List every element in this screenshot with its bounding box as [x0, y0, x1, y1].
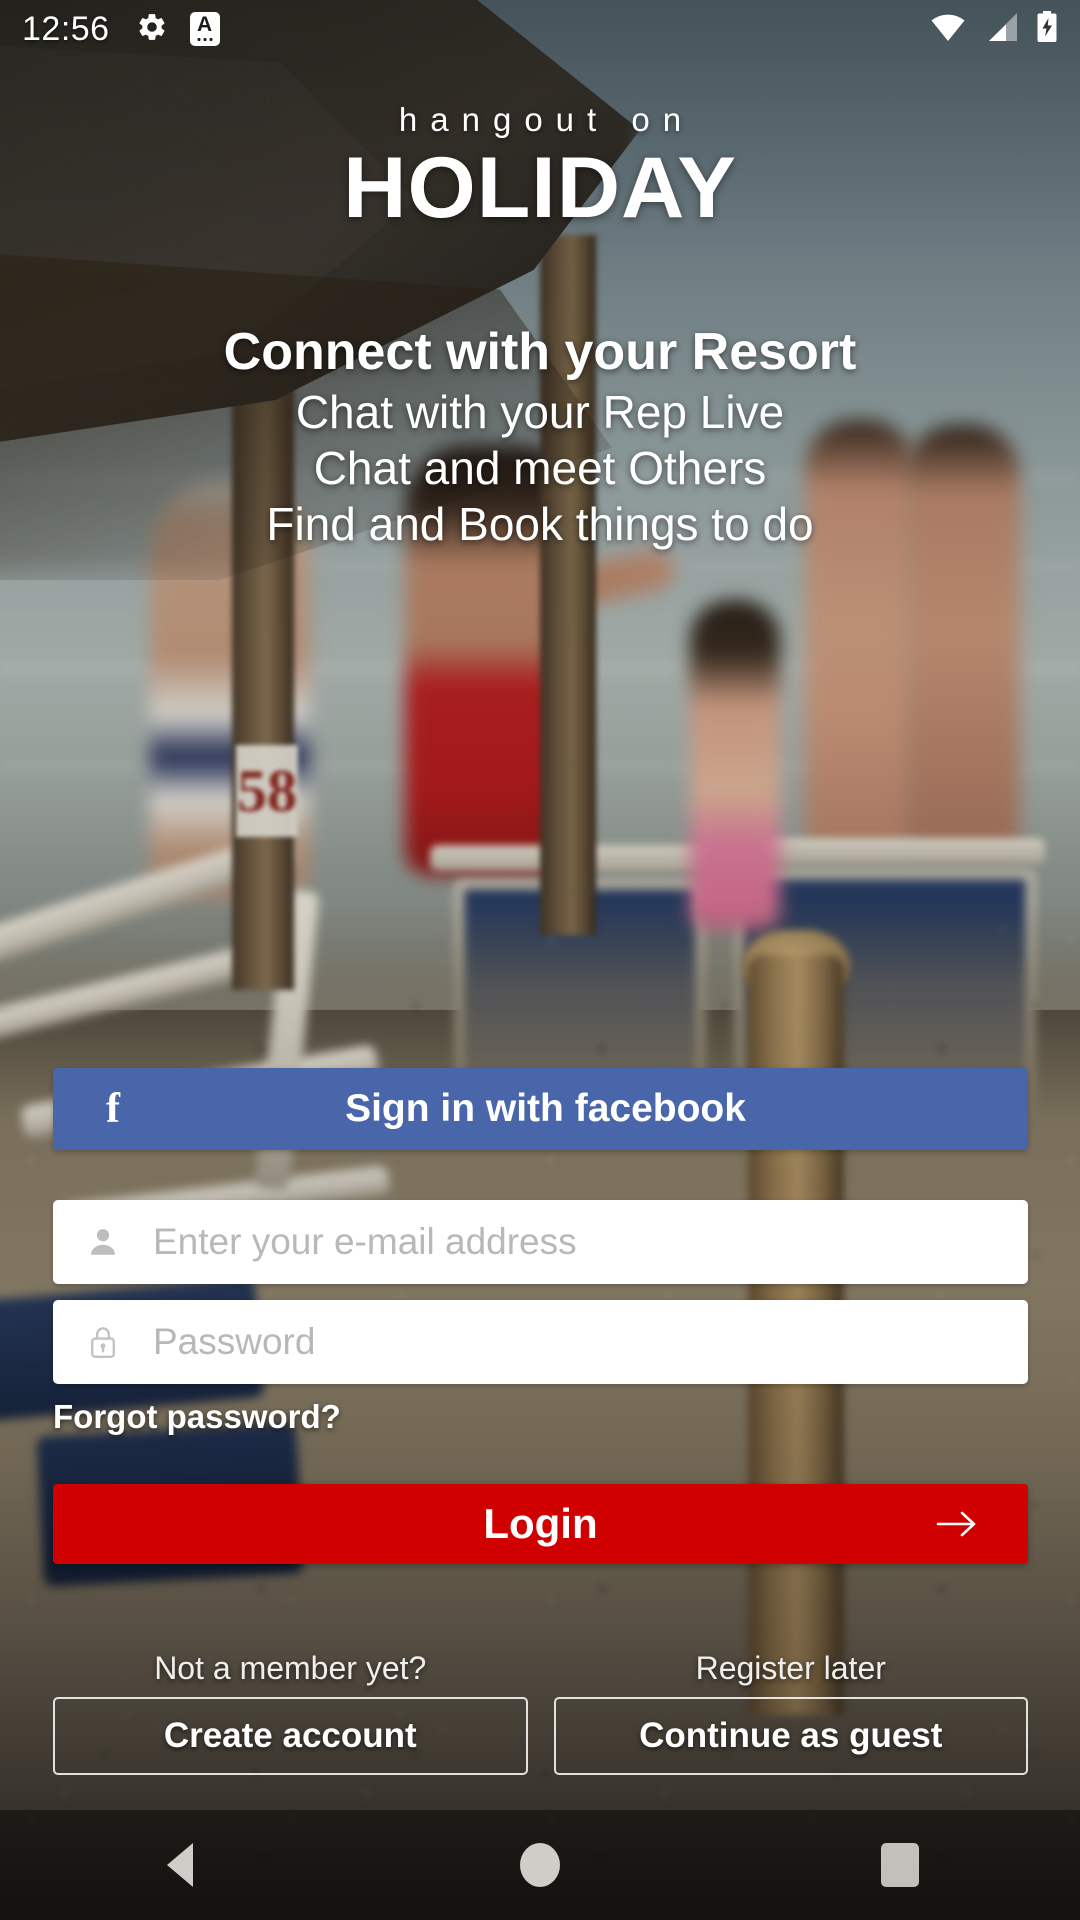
facebook-signin-button[interactable]: f Sign in with facebook — [53, 1068, 1028, 1150]
nav-back-button[interactable] — [90, 1810, 270, 1920]
person-icon — [53, 1225, 153, 1259]
tagline-line-1: Chat with your Rep Live — [295, 386, 785, 438]
android-navigation-bar — [0, 1810, 1080, 1920]
app-screen: 58 12:56 — [0, 0, 1080, 1920]
lock-icon — [53, 1324, 153, 1360]
app-logo: hangout on HOLIDAY — [0, 100, 1080, 234]
login-screen-content: hangout on HOLIDAY Connect with your Res… — [0, 0, 1080, 1920]
cellular-signal-icon — [984, 12, 1018, 47]
continue-as-guest-hint: Register later — [695, 1650, 886, 1686]
status-bar-clock: 12:56 — [22, 9, 110, 48]
recents-icon — [881, 1843, 919, 1887]
logo-tagline-text: hangout on — [398, 101, 695, 138]
email-field-container[interactable] — [53, 1200, 1028, 1284]
password-field-container[interactable] — [53, 1300, 1028, 1384]
tagline-block: Connect with your Resort Chat with your … — [0, 320, 1080, 552]
wifi-icon — [930, 12, 966, 47]
nav-recents-button[interactable] — [810, 1810, 990, 1920]
forgot-password-link[interactable]: Forgot password? — [53, 1398, 341, 1436]
home-icon — [520, 1843, 560, 1887]
battery-charging-icon — [1036, 10, 1058, 48]
facebook-icon: f — [106, 1086, 120, 1132]
status-bar: 12:56 — [0, 0, 1080, 58]
create-account-hint: Not a member yet? — [154, 1650, 427, 1686]
login-button[interactable]: Login — [53, 1484, 1028, 1564]
tagline-line-2: Chat and meet Others — [313, 442, 767, 494]
keyboard-language-icon — [189, 12, 220, 46]
password-input[interactable] — [153, 1321, 1028, 1363]
login-button-label: Login — [483, 1500, 598, 1547]
nav-home-button[interactable] — [450, 1810, 630, 1920]
gear-icon — [136, 11, 168, 48]
tagline-heading: Connect with your Resort — [223, 323, 857, 381]
create-account-group: Not a member yet? Create account — [53, 1650, 528, 1775]
logo-wordmark: HOLIDAY — [343, 140, 737, 236]
facebook-signin-label: Sign in with facebook — [345, 1087, 746, 1130]
bottom-actions-row: Not a member yet? Create account Registe… — [53, 1650, 1028, 1775]
tagline-line-3: Find and Book things to do — [266, 498, 814, 550]
back-icon — [167, 1843, 193, 1887]
create-account-button[interactable]: Create account — [53, 1697, 528, 1775]
continue-as-guest-group: Register later Continue as guest — [553, 1650, 1028, 1775]
continue-as-guest-button[interactable]: Continue as guest — [553, 1697, 1028, 1775]
status-bar-left-icons — [136, 11, 220, 48]
arrow-right-icon — [934, 1507, 980, 1541]
email-input[interactable] — [153, 1221, 1028, 1263]
status-bar-right-icons — [930, 10, 1058, 48]
